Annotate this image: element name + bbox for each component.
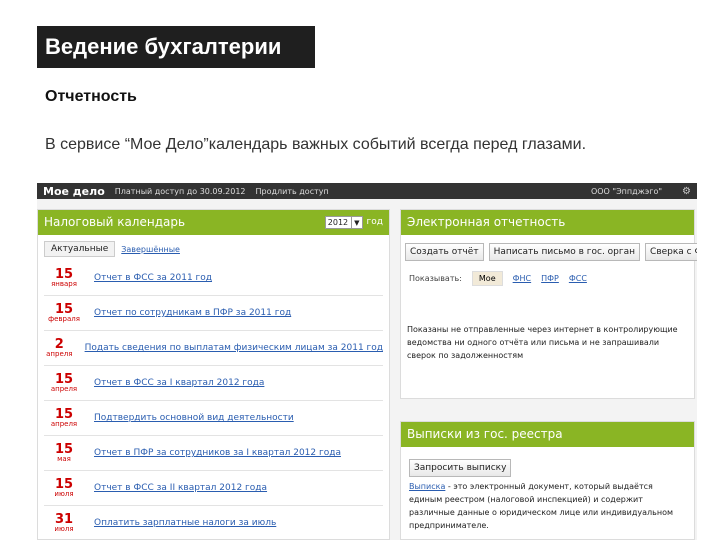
extend-access-link[interactable]: Продлить доступ xyxy=(256,187,329,196)
access-info: Платный доступ до 30.09.2012 xyxy=(114,186,246,196)
event-link[interactable]: Отчет по сотрудникам в ПФР за 2011 год xyxy=(84,308,291,318)
extract-description-text: - это электронный документ, который выда… xyxy=(409,482,673,530)
filter-fns[interactable]: ФНС xyxy=(513,274,532,283)
calendar-event-list: 15 января Отчет в ФСС за 2011 год 15 февра… xyxy=(38,261,389,540)
event-date: 15 апреля xyxy=(44,373,84,393)
event-link[interactable]: Подать сведения по выплатам физическим л… xyxy=(75,343,383,353)
calendar-event: 15 января Отчет в ФСС за 2011 год xyxy=(44,261,383,296)
request-extract-button[interactable]: Запросить выписку xyxy=(409,459,512,477)
calendar-event: 15 февраля Отчет по сотрудникам в ПФР за … xyxy=(44,296,383,331)
event-link[interactable]: Отчет в ФСС за II квартал 2012 года xyxy=(84,483,267,493)
event-date: 15 апреля xyxy=(44,408,84,428)
filter-mine[interactable]: Мое xyxy=(471,271,503,286)
gear-icon[interactable]: ⚙ xyxy=(682,186,691,197)
show-label: Показывать: xyxy=(409,274,462,283)
chevron-down-icon: ▼ xyxy=(351,216,360,229)
calendar-event: 2 апреля Подать сведения по выплатам физи… xyxy=(44,331,383,366)
top-bar: Мое дело Платный доступ до 30.09.2012 Пр… xyxy=(37,183,697,199)
event-month: июля xyxy=(54,490,74,498)
create-report-button[interactable]: Создать отчёт xyxy=(405,243,484,261)
tax-calendar-header: Налоговый календарь 2012 ▼ год xyxy=(38,210,389,235)
event-month: апреля xyxy=(46,350,73,358)
e-reporting-actions: Создать отчёт Написать письмо в гос. орг… xyxy=(401,235,697,265)
event-link[interactable]: Отчет в ПФР за сотрудников за I квартал … xyxy=(84,448,341,458)
registry-extract-title: Выписки из гос. реестра xyxy=(407,427,563,441)
slide-description: В сервисе “Мое Дело”календарь важных соб… xyxy=(45,136,587,153)
write-letter-button[interactable]: Написать письмо в гос. орган xyxy=(488,243,641,261)
event-link[interactable]: Отчет в ФСС за I квартал 2012 года xyxy=(84,378,264,388)
event-month: апреля xyxy=(50,420,78,428)
e-reporting-title: Электронная отчетность xyxy=(407,215,566,229)
extract-link[interactable]: Выписка xyxy=(409,482,445,491)
year-selector: 2012 ▼ год xyxy=(324,210,383,235)
slide-title: Ведение бухгалтерии xyxy=(37,26,315,68)
event-date: 15 января xyxy=(44,268,84,288)
registry-extract-actions: Запросить выписку xyxy=(401,447,694,478)
e-reporting-header: Электронная отчетность xyxy=(401,210,694,235)
event-month: февраля xyxy=(48,315,80,323)
event-month: июля xyxy=(54,525,74,533)
calendar-event: 15 апреля Отчет в ФСС за I квартал 2012 г… xyxy=(44,366,383,401)
filter-fss[interactable]: ФСС xyxy=(569,274,587,283)
registry-extract-header: Выписки из гос. реестра xyxy=(401,422,694,447)
app-logo[interactable]: Мое дело xyxy=(43,185,105,198)
event-link[interactable]: Отчет в ФСС за 2011 год xyxy=(84,273,212,283)
e-reporting-empty-message: Показаны не отправленные через интернет … xyxy=(407,325,678,360)
calendar-event: 15 апреля Подтвердить основной вид деятел… xyxy=(44,401,383,436)
event-link[interactable]: Оплатить зарплатные налоги за июль xyxy=(84,518,276,528)
year-dropdown[interactable]: 2012 ▼ xyxy=(324,216,363,229)
slide-subtitle: Отчетность xyxy=(45,88,137,105)
calendar-event: 15 мая Отчет в ПФР за сотрудников за I кв… xyxy=(44,436,383,471)
year-value: 2012 xyxy=(327,217,349,227)
event-date: 15 мая xyxy=(44,443,84,463)
organization-name[interactable]: ООО "Эппджэго" xyxy=(591,187,662,196)
report-filter-tabs: Показывать: Мое ФНС ПФР ФСС xyxy=(401,265,694,292)
registry-extract-panel: Выписки из гос. реестра Запросить выписк… xyxy=(400,421,695,540)
event-month: апреля xyxy=(50,385,78,393)
event-date: 15 февраля xyxy=(44,303,84,323)
app-screenshot: Мое дело Платный доступ до 30.09.2012 Пр… xyxy=(37,183,697,540)
registry-extract-description: Выписка - это электронный документ, кото… xyxy=(401,478,694,534)
tab-actual[interactable]: Актуальные xyxy=(44,241,116,257)
event-month: мая xyxy=(57,455,71,463)
event-link[interactable]: Подтвердить основной вид деятельности xyxy=(84,413,294,423)
calendar-event: 15 июля Отчет в ФСС за II квартал 2012 го… xyxy=(44,471,383,506)
calendar-event: 31 июля Оплатить зарплатные налоги за июл… xyxy=(44,506,383,540)
filter-pfr[interactable]: ПФР xyxy=(541,274,559,283)
tax-calendar-title: Налоговый календарь xyxy=(44,215,186,229)
tab-completed[interactable]: Завершённые xyxy=(121,245,180,254)
event-month: января xyxy=(51,280,77,288)
fns-reconciliation-button[interactable]: Сверка с ФНС xyxy=(645,243,697,261)
calendar-tabs: Актуальные Завершённые xyxy=(38,235,389,261)
event-date: 2 апреля xyxy=(44,338,75,358)
event-date: 15 июля xyxy=(44,478,84,498)
year-suffix: год xyxy=(366,217,383,227)
event-date: 31 июля xyxy=(44,513,84,533)
tax-calendar-panel: Налоговый календарь 2012 ▼ год Актуальны… xyxy=(37,209,390,540)
e-reporting-panel: Электронная отчетность Создать отчёт Нап… xyxy=(400,209,697,399)
